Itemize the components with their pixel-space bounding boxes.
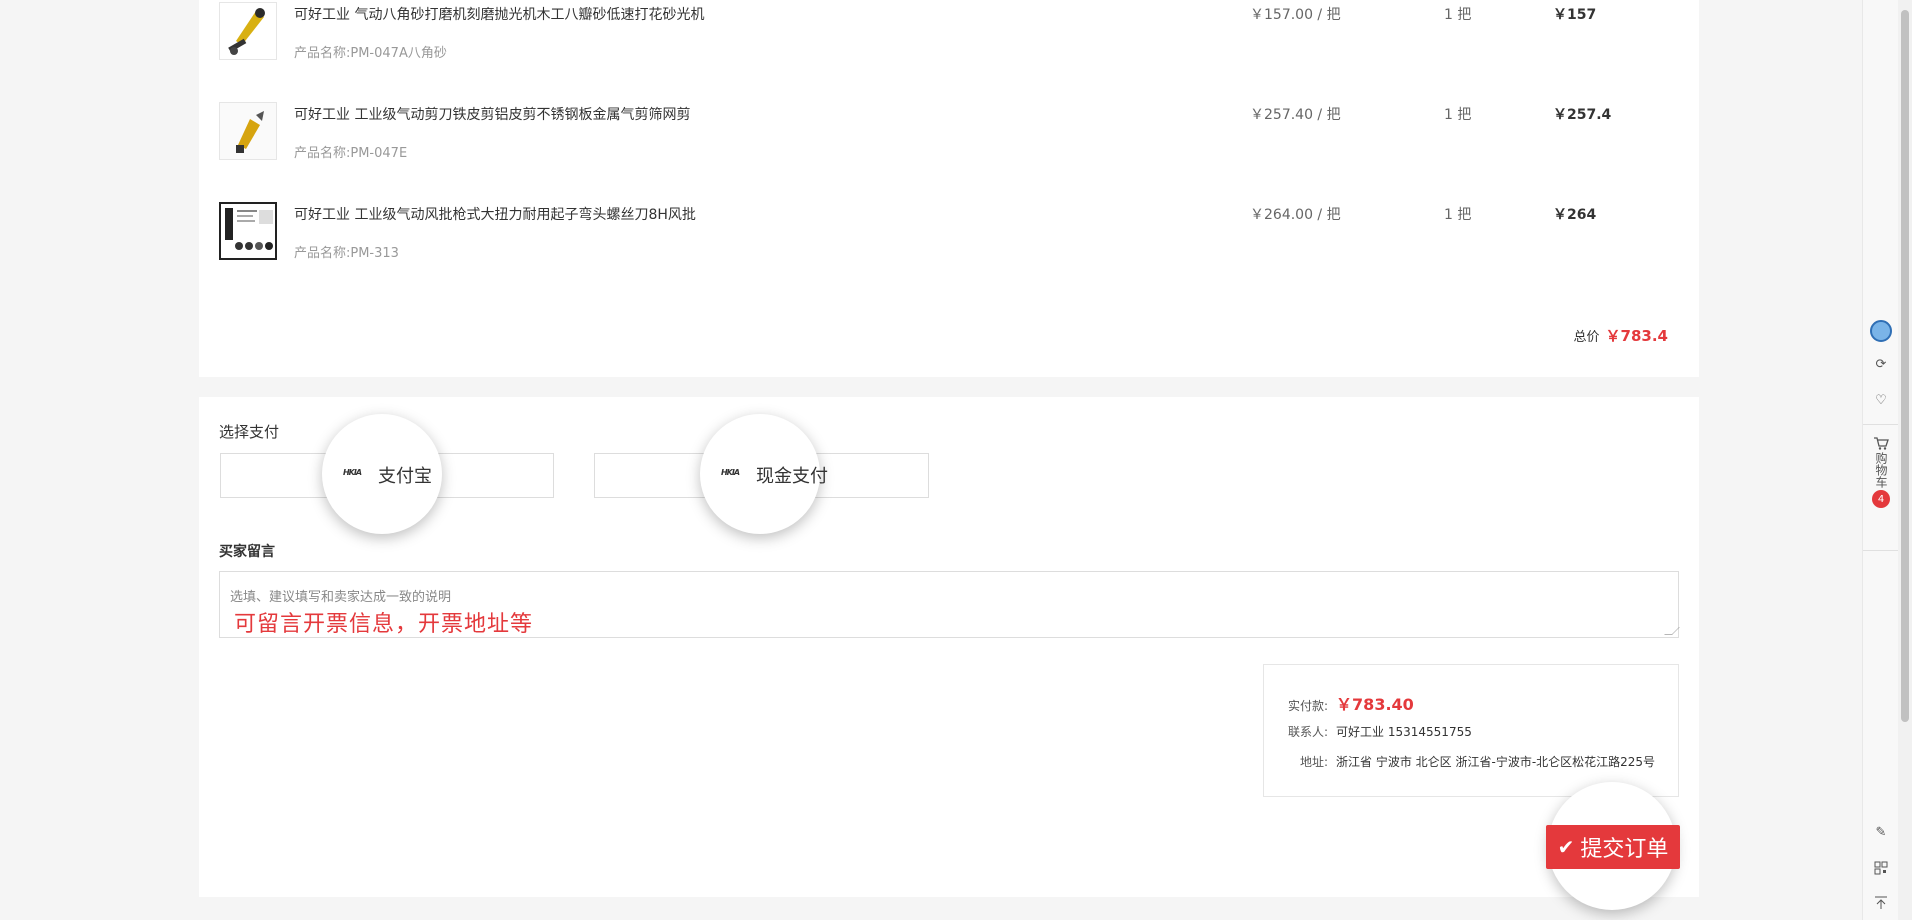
cash-option-magnified[interactable]: HKIA 现金支付 xyxy=(700,414,828,534)
check-icon: ✔ xyxy=(1557,835,1575,859)
order-page: 可好工业 气动八角砂打磨机刻磨抛光机木工八瓣砂低速打花砂光机 产品名称:PM-0… xyxy=(0,0,1912,920)
product-thumbnail[interactable] xyxy=(219,102,277,160)
address-value: 浙江省 宁波市 北仑区 浙江省-宁波市-北仑区松花江路225号 xyxy=(1336,755,1656,769)
product-name: 产品名称:PM-047E xyxy=(294,146,408,161)
product-row: 可好工业 气动八角砂打磨机刻磨抛光机木工八瓣砂低速打花砂光机 产品名称:PM-0… xyxy=(219,0,1679,70)
product-title[interactable]: 可好工业 工业级气动风批枪式大扭力耐用起子弯头螺丝刀8H风批 xyxy=(294,204,696,224)
contact-label: 联系人: xyxy=(1288,725,1329,739)
page-scrollbar[interactable] xyxy=(1898,0,1912,920)
total-amount: ￥783.4 xyxy=(1605,327,1668,345)
message-placeholder: 选填、建议填写和卖家达成一致的说明 xyxy=(230,590,452,605)
user-avatar[interactable] xyxy=(1863,320,1899,342)
refresh-icon[interactable]: ⟳ xyxy=(1863,354,1899,374)
toolbar-divider xyxy=(1863,550,1899,551)
product-row: 可好工业 工业级气动风批枪式大扭力耐用起子弯头螺丝刀8H风批 产品名称:PM-3… xyxy=(219,200,1679,270)
actual-payment-value: ￥783.40 xyxy=(1336,695,1414,714)
total-label: 总价 xyxy=(1573,330,1600,345)
product-price: ￥157.00 / 把 xyxy=(1250,7,1341,23)
product-price: ￥257.40 / 把 xyxy=(1250,107,1341,123)
edit-icon[interactable]: ✎ xyxy=(1863,822,1899,842)
toolbar-divider xyxy=(1863,424,1899,425)
product-subtotal: ￥257.4 xyxy=(1553,107,1612,123)
cash-logo-icon: HKIA xyxy=(720,467,740,477)
cart-button[interactable]: 购物车 4 xyxy=(1863,436,1899,536)
product-name: 产品名称:PM-313 xyxy=(294,246,399,261)
alipay-label: 支付宝 xyxy=(378,466,432,487)
cart-icon xyxy=(1874,437,1889,450)
resize-handle-icon[interactable] xyxy=(1664,627,1680,635)
payment-section-title: 选择支付 xyxy=(219,423,280,441)
buyer-message-title: 买家留言 xyxy=(219,544,275,560)
submit-order-button[interactable]: ✔ 提交订单 xyxy=(1546,825,1680,869)
product-subtotal: ￥264 xyxy=(1553,207,1597,223)
qrcode-icon[interactable] xyxy=(1863,858,1899,878)
alipay-logo-icon: HKIA xyxy=(342,467,362,477)
avatar-icon xyxy=(1870,320,1892,342)
product-quantity: 1 把 xyxy=(1444,207,1472,223)
buyer-message-input[interactable]: 选填、建议填写和卖家达成一致的说明 可留言开票信息，开票地址等 xyxy=(219,571,1680,638)
right-toolbar: ⟳ ♡ 购物车 4 ✎ xyxy=(1862,0,1899,920)
product-thumbnail[interactable] xyxy=(219,202,277,260)
cart-count-badge: 4 xyxy=(1872,490,1890,508)
product-quantity: 1 把 xyxy=(1444,107,1472,123)
favorite-icon[interactable]: ♡ xyxy=(1863,390,1899,410)
submit-order-label: 提交订单 xyxy=(1580,837,1669,862)
product-title[interactable]: 可好工业 气动八角砂打磨机刻磨抛光机木工八瓣砂低速打花砂光机 xyxy=(294,4,704,24)
cart-label: 购物车 xyxy=(1874,452,1888,488)
order-summary: 实付款: ￥783.40 联系人: 可好工业 15314551755 地址: 浙江省 … xyxy=(1263,664,1679,797)
alipay-option-magnified[interactable]: HKIA 支付宝 xyxy=(322,414,442,534)
product-thumbnail[interactable] xyxy=(219,2,277,60)
contact-row: 联系人: 可好工业 15314551755 xyxy=(1288,723,1472,740)
back-to-top-icon[interactable] xyxy=(1863,893,1899,913)
product-price: ￥264.00 / 把 xyxy=(1250,207,1341,223)
scrollbar-thumb[interactable] xyxy=(1901,10,1909,722)
cash-label: 现金支付 xyxy=(756,466,828,487)
order-total: 总价 ￥783.4 xyxy=(1574,325,1668,346)
address-label: 地址: xyxy=(1300,755,1329,769)
actual-payment-row: 实付款: ￥783.40 xyxy=(1288,691,1414,715)
product-subtotal: ￥157 xyxy=(1553,7,1597,23)
invoice-note-annotation: 可留言开票信息，开票地址等 xyxy=(234,612,534,637)
contact-value: 可好工业 15314551755 xyxy=(1336,725,1472,739)
product-title[interactable]: 可好工业 工业级气动剪刀铁皮剪铝皮剪不锈钢板金属气剪筛网剪 xyxy=(294,104,690,124)
actual-payment-label: 实付款: xyxy=(1288,699,1329,713)
product-row: 可好工业 工业级气动剪刀铁皮剪铝皮剪不锈钢板金属气剪筛网剪 产品名称:PM-04… xyxy=(219,100,1679,170)
product-name: 产品名称:PM-047A八角砂 xyxy=(294,46,447,61)
address-row: 地址: 浙江省 宁波市 北仑区 浙江省-宁波市-北仑区松花江路225号 xyxy=(1300,753,1655,770)
product-quantity: 1 把 xyxy=(1444,7,1472,23)
